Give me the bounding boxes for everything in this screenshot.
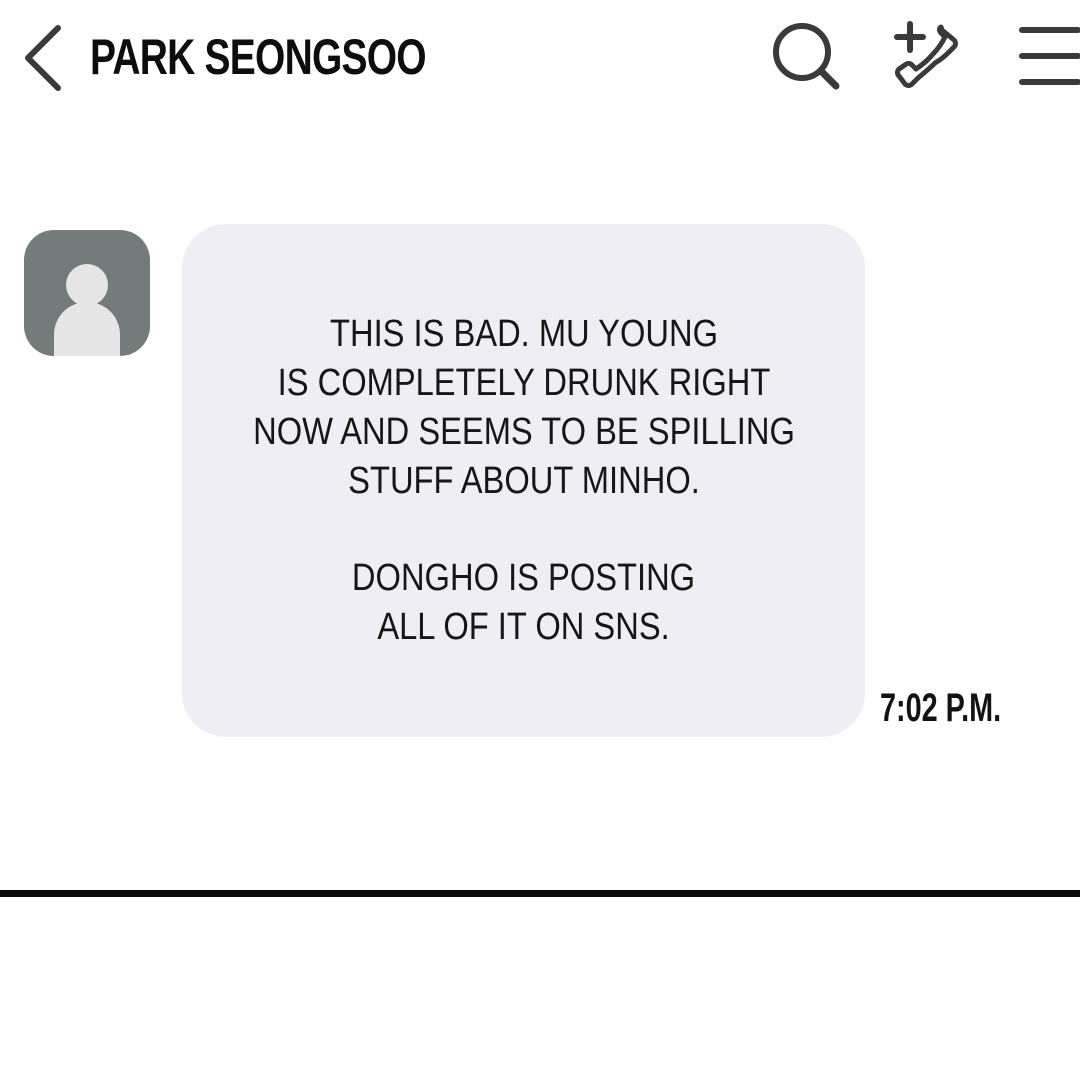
- search-icon: [773, 23, 840, 90]
- message-bubble: THIS IS BAD. MU YOUNG IS COMPLETELY DRUN…: [182, 224, 865, 737]
- chat-title: PARK SEONGSOO: [90, 29, 427, 85]
- chevron-left-icon: [25, 25, 61, 91]
- sender-avatar[interactable]: [24, 230, 150, 356]
- back-button[interactable]: [14, 18, 70, 94]
- message-text: THIS IS BAD. MU YOUNG IS COMPLETELY DRUN…: [182, 224, 865, 737]
- add-call-button[interactable]: [888, 16, 968, 96]
- default-user-icon: [54, 264, 120, 356]
- menu-button[interactable]: [1010, 16, 1080, 96]
- message-paragraph: THIS IS BAD. MU YOUNG IS COMPLETELY DRUN…: [252, 312, 795, 502]
- menu-icon: [1019, 27, 1080, 85]
- message-paragraph: DONGHO IS POSTING ALL OF IT ON SNS.: [351, 556, 696, 648]
- panel-divider: [0, 890, 1080, 897]
- chat-header: PARK SEONGSOO: [0, 0, 1080, 112]
- message-timestamp: 7:02 P.M.: [880, 686, 1002, 730]
- search-button[interactable]: [766, 16, 846, 96]
- add-call-icon: [894, 21, 958, 88]
